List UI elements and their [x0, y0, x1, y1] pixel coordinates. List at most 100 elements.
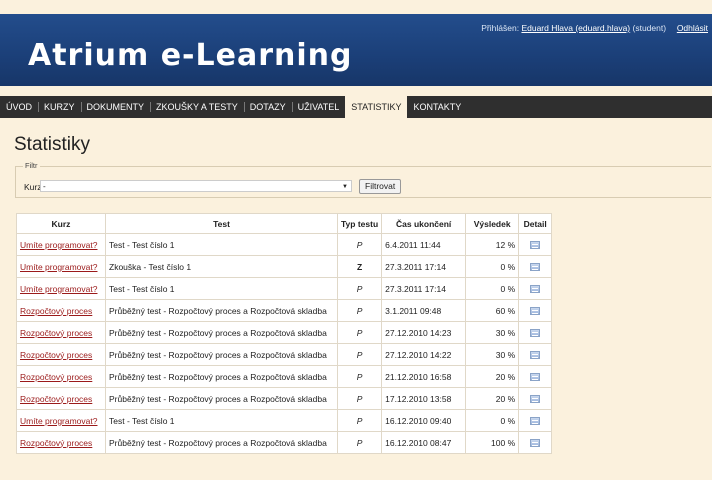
course-link[interactable]: Umíte programovat?	[20, 284, 97, 294]
course-link[interactable]: Rozpočtový proces	[20, 350, 92, 360]
course-cell: Umíte programovat?	[16, 409, 106, 432]
course-link[interactable]: Umíte programovat?	[20, 416, 97, 426]
course-link[interactable]: Rozpočtový proces	[20, 394, 92, 404]
result-cell: 100 %	[465, 431, 520, 454]
course-cell: Rozpočtový proces	[16, 431, 106, 454]
detail-icon[interactable]	[530, 417, 541, 426]
detail-cell	[518, 409, 553, 432]
detail-icon[interactable]	[530, 439, 541, 448]
test-name-cell: Průběžný test - Rozpočtový proces a Rozp…	[105, 321, 338, 344]
test-name-cell: Test - Test číslo 1	[105, 233, 338, 256]
result-cell: 0 %	[465, 255, 520, 278]
detail-cell	[518, 255, 553, 278]
detail-icon[interactable]	[530, 373, 541, 382]
logout-link[interactable]: Odhlásit	[677, 23, 708, 33]
detail-cell	[518, 387, 553, 410]
end-time-cell: 17.12.2010 13:58	[381, 387, 467, 410]
nav-item-4[interactable]: DOTAZY	[243, 96, 292, 118]
detail-cell	[518, 299, 553, 322]
site-title: Atrium e-Learning	[28, 38, 353, 73]
course-link[interactable]: Umíte programovat?	[20, 240, 97, 250]
course-link[interactable]: Rozpočtový proces	[20, 328, 92, 338]
end-time-cell: 27.3.2011 17:14	[381, 255, 467, 278]
nav-item-7[interactable]: KONTAKTY	[407, 96, 467, 118]
test-name-cell: Průběžný test - Rozpočtový proces a Rozp…	[105, 365, 338, 388]
result-cell: 30 %	[465, 343, 520, 366]
detail-cell	[518, 365, 553, 388]
table-header-row: Kurz Test Typ testu Čas ukončení Výsledek Det…	[16, 213, 553, 234]
end-time-cell: 16.12.2010 08:47	[381, 431, 467, 454]
filter-button[interactable]: Filtrovat	[359, 179, 402, 194]
filter-legend: Filtr	[23, 161, 40, 170]
course-cell: Rozpočtový proces	[16, 387, 106, 410]
kurz-label: Kurz	[24, 182, 42, 192]
course-link[interactable]: Umíte programovat?	[20, 262, 97, 272]
table-row: Umíte programovat? Zkouška - Test číslo 1…	[16, 255, 553, 278]
detail-cell	[518, 277, 553, 300]
result-cell: 20 %	[465, 365, 520, 388]
end-time-cell: 6.4.2011 11:44	[381, 233, 467, 256]
user-status: Přihlášen: Eduard Hlava (eduard.hlava) (…	[481, 23, 708, 33]
detail-cell	[518, 321, 553, 344]
detail-icon[interactable]	[530, 351, 541, 360]
nav-item-2[interactable]: DOKUMENTY	[80, 96, 151, 118]
course-cell: Umíte programovat?	[16, 277, 106, 300]
nav-item-6[interactable]: STATISTIKY	[345, 96, 408, 118]
nav-item-3[interactable]: ZKOUŠKY A TESTY	[150, 96, 244, 118]
course-cell: Umíte programovat?	[16, 255, 106, 278]
kurz-select[interactable]: - ▼	[40, 180, 352, 192]
course-link[interactable]: Rozpočtový proces	[20, 306, 92, 316]
test-type-cell: P	[336, 277, 383, 300]
detail-cell	[518, 233, 553, 256]
test-type-cell: P	[336, 299, 383, 322]
column-header: Výsledek	[465, 213, 520, 234]
detail-icon[interactable]	[530, 329, 541, 338]
detail-icon[interactable]	[530, 395, 541, 404]
column-header: Čas ukončení	[381, 213, 467, 234]
kurz-select-value: -	[43, 182, 46, 191]
user-profile-link[interactable]: Eduard Hlava (eduard.hlava)	[521, 23, 630, 33]
course-link[interactable]: Rozpočtový proces	[20, 372, 92, 382]
course-cell: Umíte programovat?	[16, 233, 106, 256]
end-time-cell: 27.3.2011 17:14	[381, 277, 467, 300]
test-type-cell: P	[336, 343, 383, 366]
column-header: Kurz	[16, 213, 106, 234]
test-name-cell: Test - Test číslo 1	[105, 409, 338, 432]
detail-cell	[518, 431, 553, 454]
test-type-cell: P	[336, 365, 383, 388]
main-nav: ÚVOD KURZY DOKUMENTY ZKOUŠKY A TESTY DOTAZY U…	[0, 96, 712, 118]
course-cell: Rozpočtový proces	[16, 343, 106, 366]
nav-item-0[interactable]: ÚVOD	[0, 96, 38, 118]
detail-icon[interactable]	[530, 307, 541, 316]
test-type-cell: P	[336, 233, 383, 256]
table-row: Rozpočtový proces Průběžný test - Rozpočt…	[16, 343, 553, 366]
result-cell: 0 %	[465, 409, 520, 432]
chevron-down-icon: ▼	[342, 184, 348, 190]
end-time-cell: 16.12.2010 09:40	[381, 409, 467, 432]
test-name-cell: Průběžný test - Rozpočtový proces a Rozp…	[105, 343, 338, 366]
result-cell: 60 %	[465, 299, 520, 322]
test-name-cell: Průběžný test - Rozpočtový proces a Rozp…	[105, 431, 338, 454]
result-cell: 20 %	[465, 387, 520, 410]
test-name-cell: Test - Test číslo 1	[105, 277, 338, 300]
detail-icon[interactable]	[530, 285, 541, 294]
course-link[interactable]: Rozpočtový proces	[20, 438, 92, 448]
column-header: Detail	[518, 213, 553, 234]
course-cell: Rozpočtový proces	[16, 321, 106, 344]
nav-item-1[interactable]: KURZY	[38, 96, 81, 118]
result-cell: 0 %	[465, 277, 520, 300]
detail-icon[interactable]	[530, 263, 541, 272]
detail-icon[interactable]	[530, 241, 541, 250]
filter-fieldset: Filtr Kurz - ▼ Filtrovat	[15, 161, 711, 198]
nav-item-5[interactable]: UŽIVATEL	[291, 96, 346, 118]
table-row: Rozpočtový proces Průběžný test - Rozpočt…	[16, 299, 553, 322]
test-type-cell: P	[336, 321, 383, 344]
column-header: Test	[105, 213, 338, 234]
test-name-cell: Zkouška - Test číslo 1	[105, 255, 338, 278]
detail-cell	[518, 343, 553, 366]
table-row: Umíte programovat? Test - Test číslo 1 P 16…	[16, 409, 553, 432]
page-title: Statistiky	[14, 134, 91, 155]
user-role: (student)	[632, 23, 667, 33]
table-row: Rozpočtový proces Průběžný test - Rozpočt…	[16, 387, 553, 410]
statistics-table: Kurz Test Typ testu Čas ukončení Výsledek Det…	[16, 213, 553, 454]
